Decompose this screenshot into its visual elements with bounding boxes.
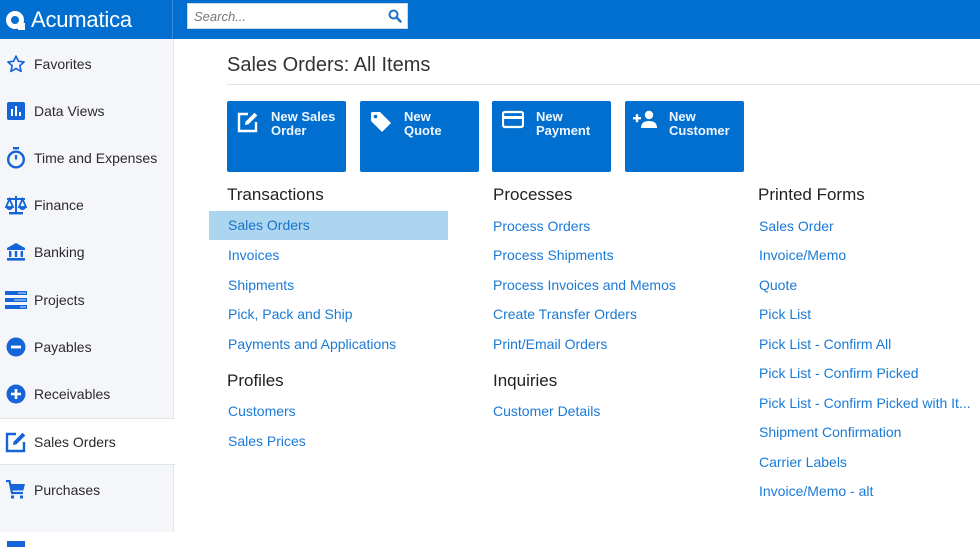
sidebar-item-label: Projects [34, 291, 85, 308]
sidebar-item-data-views[interactable]: Data Views [0, 87, 173, 134]
sidebar: Favorites Data Views Time and Expenses F… [0, 39, 175, 547]
sidebar-item-label: Time and Expenses [34, 149, 158, 166]
minus-circle-icon [5, 336, 27, 358]
plus-circle-icon [5, 383, 27, 405]
sidebar-item-sales-orders[interactable]: Sales Orders [0, 418, 175, 465]
new-sales-order-tile[interactable]: New Sales Order [227, 101, 346, 172]
link-form-pick-list-confirm-all[interactable]: Pick List - Confirm All [759, 336, 891, 352]
section-profiles-title: Profiles [227, 371, 284, 390]
link-customer-details[interactable]: Customer Details [493, 403, 600, 419]
projects-icon [5, 289, 27, 311]
link-create-transfer-orders[interactable]: Create Transfer Orders [493, 306, 637, 322]
link-process-shipments[interactable]: Process Shipments [493, 247, 614, 263]
tile-label: New Quote [404, 109, 442, 138]
link-form-invoice-memo-alt[interactable]: Invoice/Memo - alt [759, 483, 873, 499]
scales-icon [5, 194, 27, 216]
link-form-sales-order[interactable]: Sales Order [759, 218, 834, 234]
tile-label: New Customer [669, 109, 730, 138]
star-icon [5, 53, 27, 75]
sidebar-item-receivables[interactable]: Receivables [0, 370, 173, 417]
link-shipments[interactable]: Shipments [228, 277, 294, 293]
search-icon[interactable] [383, 4, 407, 28]
link-sales-orders[interactable]: Sales Orders [209, 211, 448, 240]
tag-icon [368, 110, 394, 134]
link-form-pick-list[interactable]: Pick List [759, 306, 811, 322]
search-input[interactable] [188, 4, 383, 28]
sidebar-item-time-and-expenses[interactable]: Time and Expenses [0, 134, 173, 181]
sidebar-item-projects[interactable]: Projects [0, 276, 173, 323]
brand-name: Acumatica [31, 6, 132, 32]
sidebar-item-partial[interactable] [0, 513, 173, 560]
link-pick-pack-and-ship[interactable]: Pick, Pack and Ship [228, 306, 353, 322]
bar-chart-icon [5, 100, 27, 122]
sidebar-item-banking[interactable]: Banking [0, 228, 173, 275]
title-divider [227, 84, 980, 85]
credit-card-icon [500, 110, 526, 134]
sidebar-item-label: Receivables [34, 385, 111, 402]
link-print-email-orders[interactable]: Print/Email Orders [493, 336, 607, 352]
link-sales-prices[interactable]: Sales Prices [228, 433, 306, 449]
sidebar-item-label: Sales Orders [34, 433, 116, 450]
link-process-orders[interactable]: Process Orders [493, 218, 590, 234]
sidebar-item-purchases[interactable]: Purchases [0, 466, 173, 513]
section-transactions-title: Transactions [227, 185, 324, 204]
main-content: Sales Orders: All Items New Sales Order N… [175, 39, 980, 532]
sidebar-item-label: Finance [34, 196, 84, 213]
inventory-icon [5, 526, 27, 548]
section-processes-title: Processes [493, 185, 573, 204]
acumatica-logo-icon [6, 10, 25, 30]
link-form-pick-list-confirm-picked[interactable]: Pick List - Confirm Picked [759, 365, 918, 381]
link-customers[interactable]: Customers [228, 403, 296, 419]
sidebar-item-label: Favorites [34, 55, 92, 72]
sidebar-item-label: Payables [34, 338, 92, 355]
sidebar-item-finance[interactable]: Finance [0, 181, 173, 228]
link-form-carrier-labels[interactable]: Carrier Labels [759, 454, 847, 470]
sidebar-item-label: Banking [34, 243, 85, 260]
section-printed-forms-title: Printed Forms [758, 185, 865, 204]
sidebar-item-favorites[interactable]: Favorites [0, 40, 173, 87]
search-box [187, 3, 408, 29]
sidebar-item-payables[interactable]: Payables [0, 323, 173, 370]
link-payments-and-applications[interactable]: Payments and Applications [228, 336, 396, 352]
link-form-invoice-memo[interactable]: Invoice/Memo [759, 247, 846, 263]
cart-icon [5, 479, 27, 501]
edit-icon [235, 110, 261, 134]
tile-label: New Sales Order [271, 109, 336, 138]
sidebar-item-label: Data Views [34, 102, 105, 119]
new-customer-tile[interactable]: New Customer [625, 101, 744, 172]
page-title: Sales Orders: All Items [227, 54, 431, 76]
stopwatch-icon [5, 146, 27, 169]
new-payment-tile[interactable]: New Payment [492, 101, 611, 172]
tile-label: New Payment [536, 109, 591, 138]
add-person-icon [633, 110, 659, 134]
top-bar: Acumatica [0, 0, 980, 39]
section-inquiries-title: Inquiries [493, 371, 558, 390]
link-form-quote[interactable]: Quote [759, 277, 797, 293]
bank-icon [5, 241, 27, 263]
new-quote-tile[interactable]: New Quote [360, 101, 479, 172]
link-form-shipment-confirmation[interactable]: Shipment Confirmation [759, 424, 901, 440]
edit-icon [5, 431, 27, 453]
link-form-pick-list-confirm-picked-with-items[interactable]: Pick List - Confirm Picked with It... [759, 395, 971, 411]
sidebar-item-label: Purchases [34, 481, 101, 498]
link-process-invoices-and-memos[interactable]: Process Invoices and Memos [493, 277, 676, 293]
link-invoices[interactable]: Invoices [228, 247, 279, 263]
app-logo[interactable]: Acumatica [0, 0, 173, 39]
